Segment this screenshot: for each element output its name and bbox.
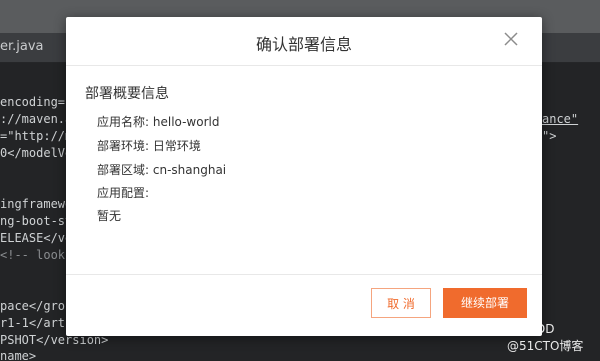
info-value: hello-world: [152, 115, 220, 129]
dialog-title: 确认部署信息: [255, 35, 352, 54]
code-line: name>: [0, 349, 37, 361]
info-label: 应用名称:: [97, 115, 150, 129]
info-row-app-config: 应用配置:: [97, 184, 149, 201]
info-row-environment: 部署环境: 日常环境: [97, 137, 201, 154]
info-label: 部署区域:: [97, 163, 150, 177]
code-line: 0</modelVe: [0, 146, 73, 160]
code-fragment: ">: [542, 129, 557, 143]
code-line: encoding=": [0, 95, 73, 109]
info-row-empty-note: 暂无: [97, 207, 121, 224]
info-value: 日常环境: [152, 139, 201, 153]
code-line: ="http://m: [0, 129, 73, 143]
info-label: 部署环境:: [97, 139, 150, 153]
code-line: ingframewo: [0, 197, 73, 211]
info-value: cn-shanghai: [152, 163, 227, 177]
screen: er.java encoding=" ://maven.a ance" ="ht…: [0, 0, 600, 361]
section-title: 部署概要信息: [85, 86, 169, 102]
code-line: ng-boot-st: [0, 214, 73, 228]
code-line: r1-1</arti: [0, 316, 73, 330]
wechat-icon: [481, 322, 497, 334]
code-line: ELEASE</ve: [0, 231, 73, 245]
cancel-button[interactable]: 取 消: [371, 288, 431, 318]
code-fragment: ance": [542, 112, 579, 126]
code-comment-line: <!-- looku: [0, 248, 73, 262]
close-button[interactable]: [502, 30, 520, 48]
close-icon: [504, 32, 518, 46]
info-row-region: 部署区域: cn-shanghai: [97, 161, 226, 178]
watermark-author: 程序猿DD: [500, 322, 555, 336]
continue-deploy-button[interactable]: 继续部署: [443, 288, 527, 318]
info-label: 暂无: [97, 209, 122, 223]
info-label: 应用配置:: [97, 186, 150, 200]
code-line: pace</grou: [0, 299, 73, 313]
confirm-deploy-dialog: 确认部署信息 部署概要信息 应用名称: hello-world 部署环境: 日常…: [66, 17, 542, 336]
editor-tab-label[interactable]: er.java: [0, 39, 44, 54]
info-row-app-name: 应用名称: hello-world: [97, 113, 219, 130]
code-line: ://maven.a: [0, 112, 73, 126]
watermark-site: @51CTO博客: [507, 339, 584, 353]
dialog-header: 确认部署信息: [66, 17, 542, 66]
